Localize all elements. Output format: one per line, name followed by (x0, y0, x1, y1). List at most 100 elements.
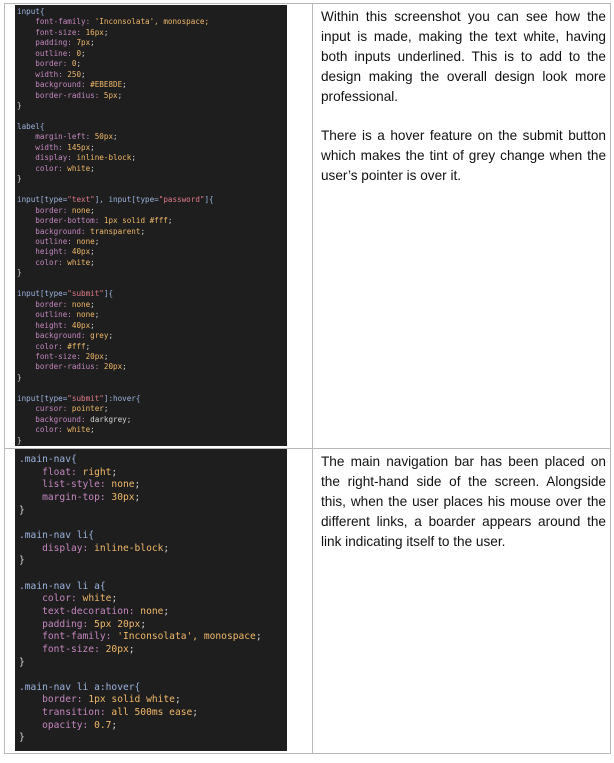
css-code-screenshot-nav: .main-nav{ float: right; list-style: non… (15, 449, 287, 751)
code-token: 145px (67, 142, 91, 152)
code-line: } (17, 436, 287, 446)
code-token: ; (90, 299, 95, 309)
code-line: outline: 0; (17, 49, 287, 59)
description-text: Within this screenshot you can see how t… (313, 4, 610, 186)
code-token: 20px (85, 351, 104, 361)
code-token: white (67, 257, 91, 267)
code-token: "password" (158, 195, 205, 205)
code-token: ]{ (103, 289, 114, 299)
code-line: color: white; (17, 258, 287, 268)
code-token: ; (111, 593, 118, 605)
code-token: ; (90, 205, 95, 215)
code-token: 40px (71, 320, 91, 330)
code-line: border: 1px solid white; (19, 694, 287, 707)
code-token: 'Inconsolata' (94, 17, 155, 27)
code-token: opacity: (19, 719, 95, 731)
code-token: ; (163, 605, 170, 617)
code-token: color: (17, 257, 68, 267)
code-token: outline: (17, 48, 77, 58)
code-token: #fff (67, 341, 86, 351)
code-token: ; (122, 362, 127, 372)
code-token: ; (122, 80, 127, 90)
code-token: grey (90, 331, 109, 341)
code-token: border: (19, 694, 89, 706)
code-token: font-size: (19, 643, 106, 655)
code-token: } (19, 656, 25, 668)
code-token: 5px (103, 90, 118, 100)
code-token: width: (17, 69, 68, 79)
code-token: all 500ms ease (111, 707, 193, 719)
description-paragraph: Within this screenshot you can see how t… (321, 9, 606, 104)
code-line: } (17, 101, 287, 111)
code-token: white (67, 163, 91, 173)
code-token: background: (17, 226, 91, 236)
code-line: float: right; (19, 467, 287, 480)
code-line: background: #EBE8DE; (17, 80, 287, 90)
code-token: font-size: (17, 351, 86, 361)
code-line: font-size: 20px; (19, 644, 287, 657)
code-token: transparent (90, 226, 141, 236)
code-token: text-decoration: (19, 605, 141, 617)
code-token: border: (17, 299, 72, 309)
code-token: display: (17, 153, 77, 163)
code-line: padding: 5px 20px; (19, 619, 287, 632)
code-token: .main-nav{ (19, 454, 77, 465)
code-line: outline: none; (17, 237, 287, 247)
code-token: border-bottom: (17, 216, 104, 226)
code-token: ; (134, 491, 141, 503)
code-token: "submit" (67, 289, 104, 299)
code-token: border: (17, 205, 72, 215)
code-token: } (17, 174, 22, 184)
code-line: } (17, 373, 287, 383)
code-token: right (82, 466, 112, 478)
code-screenshot-cell: input{ font-family: 'Inconsolata', monos… (4, 3, 313, 449)
code-line: input[type="submit"]:hover{ (17, 394, 287, 404)
code-token: label{ (17, 121, 45, 131)
code-line: } (19, 505, 287, 518)
code-token: ; (111, 719, 118, 731)
description-text: The main navigation bar has been placed … (313, 449, 610, 552)
code-token: background: (17, 331, 91, 341)
code-token: none (140, 605, 164, 617)
code-line: } (17, 174, 287, 184)
code-token: padding: (17, 38, 77, 48)
document-table: input{ font-family: 'Inconsolata', monos… (4, 3, 611, 754)
code-token: border-radius: (17, 90, 104, 100)
code-line: .main-nav{ (19, 454, 287, 467)
code-line: input[type="submit"]{ (17, 289, 287, 299)
code-token: ; (90, 425, 95, 435)
code-token: ; (108, 331, 114, 341)
code-token: .main-nav li a:hover{ (19, 681, 141, 693)
code-line: width: 145px; (17, 143, 287, 153)
code-line: font-family: 'Inconsolata', monospace; (19, 631, 287, 644)
code-token: 7px (76, 38, 91, 48)
code-token: ; (255, 631, 262, 643)
code-line: display: inline-block; (19, 543, 287, 556)
code-token: , monospace; (154, 17, 210, 27)
code-token: ], input[type= (94, 195, 159, 205)
code-token: none (71, 205, 91, 215)
code-token: ; (81, 48, 86, 58)
code-token: darkgrey (90, 414, 127, 424)
code-line: border-bottom: 1px solid #fff; (17, 216, 287, 226)
code-line: margin-top: 30px; (19, 492, 287, 505)
code-line: } (19, 657, 287, 670)
code-line: font-size: 16px; (17, 28, 287, 38)
code-screenshot-cell: .main-nav{ float: right; list-style: non… (4, 448, 313, 754)
code-token: cursor: (17, 404, 72, 414)
code-token: white (67, 425, 91, 435)
code-line: background: darkgrey; (17, 415, 287, 425)
code-line: color: white; (17, 425, 287, 435)
code-line: .main-nav li a:hover{ (19, 682, 287, 695)
code-token: outline: (17, 310, 77, 320)
code-token: 30px (111, 491, 135, 503)
code-token: 20px (105, 643, 129, 655)
code-token: display: (19, 542, 95, 554)
code-line: padding: 7px; (17, 38, 287, 48)
code-token: ; (167, 216, 173, 226)
code-token: ; (103, 351, 109, 361)
code-token: .main-nav li{ (19, 529, 95, 541)
code-line: background: grey; (17, 331, 287, 341)
code-line: width: 250; (17, 70, 287, 80)
